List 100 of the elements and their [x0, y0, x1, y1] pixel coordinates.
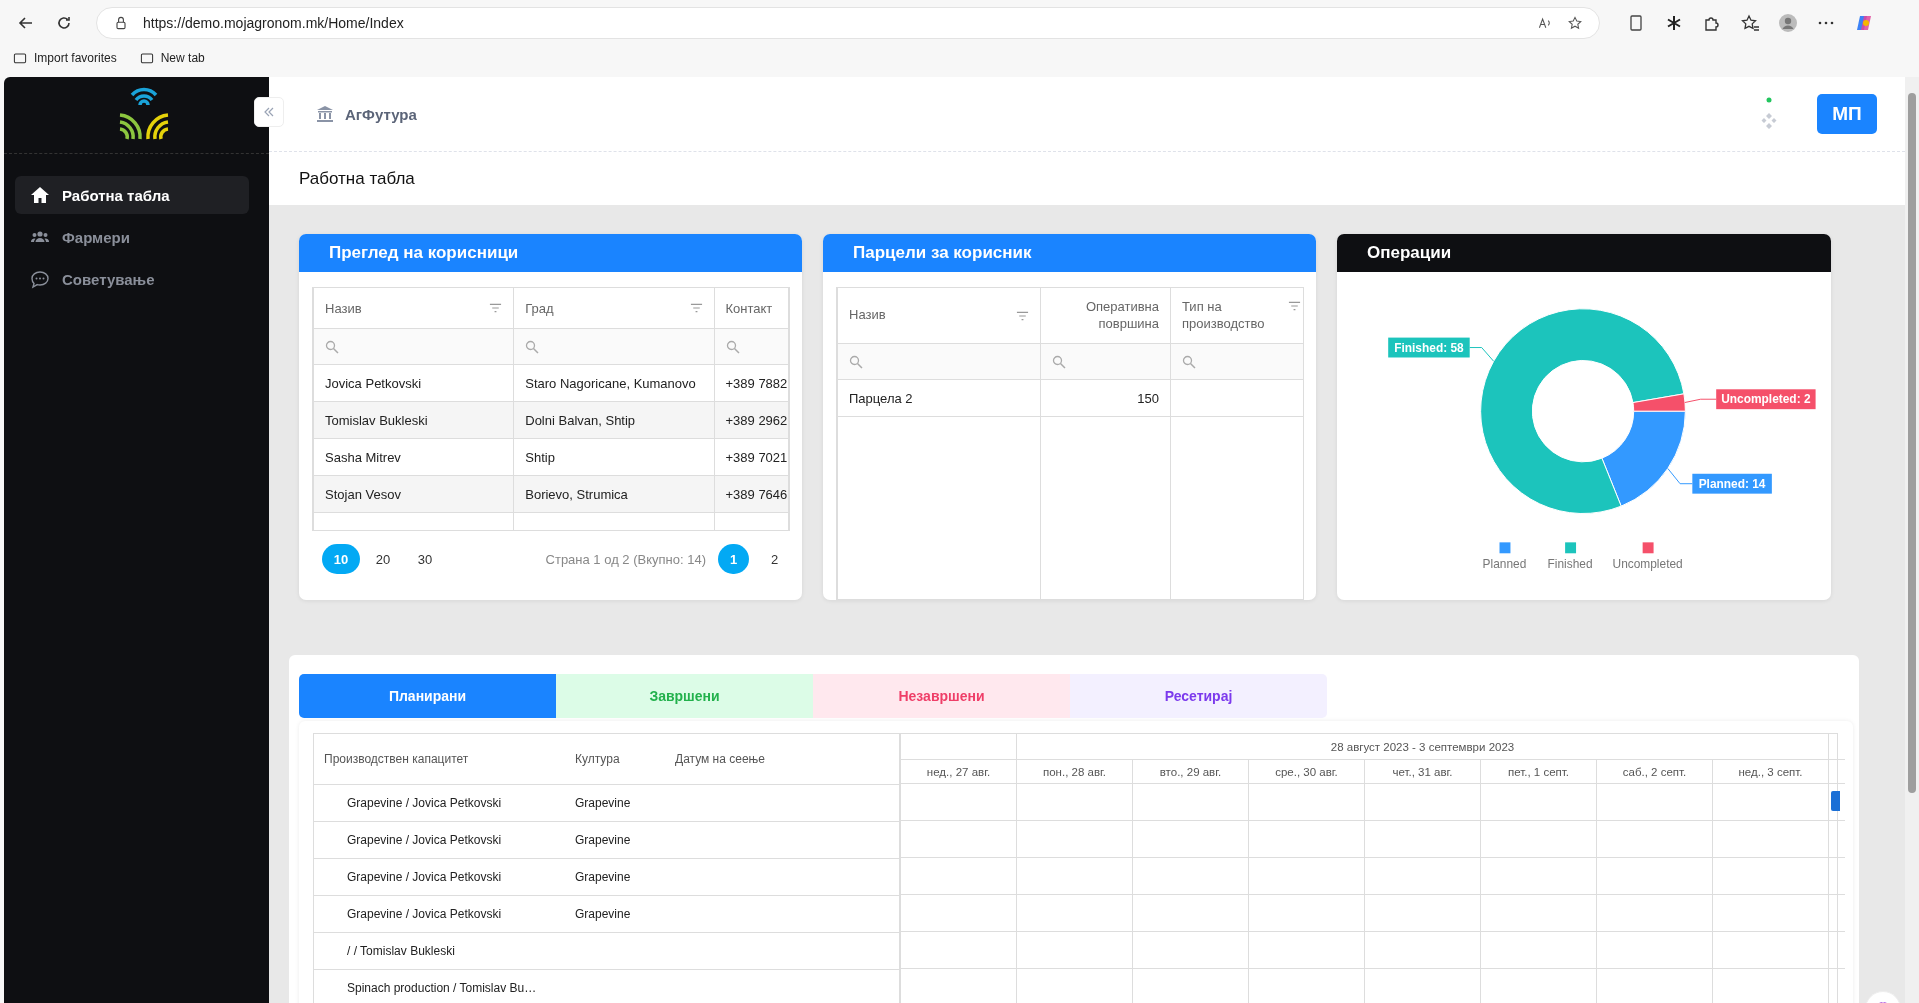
- filter-icon[interactable]: [689, 303, 703, 313]
- data-label: Planned: 14: [1667, 468, 1772, 494]
- column-header[interactable]: Контакт: [714, 287, 789, 329]
- column-header[interactable]: Тип на производство: [1170, 287, 1303, 344]
- legend-label: Uncompleted: [1612, 557, 1683, 572]
- table-cell-text: / / Tomislav Bukleski: [346, 944, 456, 958]
- home-icon: [30, 185, 50, 205]
- column-header[interactable]: Назив: [837, 287, 1041, 344]
- data-label: Planned: 14: [1698, 476, 1766, 491]
- user-avatar-button[interactable]: МП: [1817, 94, 1877, 134]
- legend-item: Uncompleted: [1612, 542, 1683, 572]
- search-icon: [725, 339, 740, 354]
- day-header: вто., 29 авг.: [1133, 760, 1249, 783]
- scrollbar[interactable]: [1905, 77, 1919, 1003]
- page-info: Страна 1 од 2 (Вкупно: 14): [545, 551, 706, 567]
- tab[interactable]: Незавршени: [813, 674, 1070, 718]
- organization-name: АгФутура: [345, 105, 417, 123]
- read-aloud-icon[interactable]: [1537, 15, 1553, 31]
- favorites-icon[interactable]: [1740, 13, 1760, 33]
- search-icon: [1052, 354, 1066, 369]
- filter-field[interactable]: [313, 328, 514, 365]
- card-title: Преглед на корисници: [329, 243, 519, 263]
- star-icon[interactable]: [1567, 15, 1583, 31]
- legend-item: Finished: [1547, 542, 1593, 572]
- collapse-button[interactable]: [254, 97, 284, 127]
- table-cell: Borievo, Strumica: [513, 475, 714, 513]
- page-size-button[interactable]: 20: [364, 544, 402, 574]
- lock-icon[interactable]: [113, 15, 129, 31]
- table-cell: Парцела 2: [837, 379, 1041, 417]
- table-cell-text: Grapevine: [574, 796, 632, 810]
- address-bar[interactable]: https://demo.mojagronom.mk/Home/Index: [96, 7, 1600, 39]
- table-cell: Staro Nagoricane, Kumanovo: [513, 364, 714, 402]
- filter-field[interactable]: [714, 328, 789, 365]
- filter-field[interactable]: [513, 328, 714, 365]
- table-cell: Shtip: [513, 438, 714, 476]
- column-header[interactable]: Оперативна површина: [1040, 287, 1171, 344]
- table-cell: +389 7882: [714, 364, 789, 402]
- filter-icon[interactable]: [489, 303, 503, 313]
- day-header: пет., 1 септ.: [1481, 760, 1597, 783]
- table-cell: Jovica Petkovski: [313, 364, 514, 402]
- table-cell: Tomislav Bukleski: [313, 401, 514, 439]
- table-cell: +389 2962: [714, 401, 789, 439]
- day-header: саб., 2 септ.: [1597, 760, 1713, 783]
- copilot-icon[interactable]: [1854, 13, 1874, 33]
- day-header: нед., 27 авг.: [901, 760, 1017, 783]
- column-header[interactable]: Назив: [313, 287, 514, 329]
- profile-icon[interactable]: [1778, 13, 1798, 33]
- day-header: нед., 3 септ.: [1713, 760, 1829, 783]
- table-cell: +389 7646: [714, 475, 789, 513]
- page-title: Работна табла: [299, 168, 415, 189]
- column-header[interactable]: Производствен капацитет: [314, 752, 565, 766]
- column-header[interactable]: Град: [513, 287, 714, 329]
- folder-icon: [138, 50, 155, 66]
- folder-icon: [12, 50, 28, 66]
- table-cell-text: Grapevine / Jovica Petkovski: [346, 907, 503, 921]
- legend-label: Planned: [1482, 557, 1527, 572]
- card-title: Парцели за корисник: [853, 243, 1032, 263]
- card-title: Операции: [1367, 243, 1452, 263]
- data-label: Uncompleted: 2: [1684, 389, 1816, 410]
- table-cell: 150: [1040, 379, 1171, 417]
- data-label: Finished: 58: [1394, 340, 1465, 355]
- sidebar-item[interactable]: Работна табла: [15, 176, 249, 214]
- search-icon: [525, 339, 540, 354]
- column-header[interactable]: Култура: [565, 752, 665, 766]
- table-cell: Stojan Vesov: [313, 475, 514, 513]
- filter-icon[interactable]: [1016, 310, 1029, 321]
- table-cell: Sasha Mitrev: [313, 438, 514, 476]
- data-label: Finished: 58: [1388, 337, 1495, 362]
- page-size-button[interactable]: 30: [406, 544, 444, 574]
- table-cell-text: Grapevine: [574, 833, 632, 847]
- sidebar-item[interactable]: Фармери: [15, 218, 249, 256]
- apps-icon[interactable]: [1761, 97, 1777, 131]
- table-cell-text: Grapevine / Jovica Petkovski: [346, 796, 503, 810]
- filter-field[interactable]: [1040, 343, 1171, 380]
- chat-icon: [30, 269, 50, 289]
- legend-item: Planned: [1482, 542, 1527, 572]
- search-icon: [1182, 354, 1196, 369]
- table-cell-text: Grapevine: [574, 907, 632, 921]
- search-icon: [849, 354, 863, 369]
- tab[interactable]: Планирани: [299, 674, 556, 718]
- legend-label: Finished: [1547, 557, 1593, 572]
- column-header[interactable]: Датум на сеење: [665, 752, 899, 766]
- table-cell-text: Grapevine: [574, 870, 632, 884]
- table-cell: +389 7021: [714, 438, 789, 476]
- bookmark[interactable]: Import favorites: [12, 50, 117, 66]
- day-header: пон., 28 авг.: [1017, 760, 1133, 783]
- date-range: 28 август 2023 - 3 септември 2023: [1017, 734, 1829, 759]
- tab[interactable]: Ресетирај: [1070, 674, 1327, 718]
- filter-field[interactable]: [837, 343, 1041, 380]
- bank-icon: [315, 104, 335, 124]
- day-header: сре., 30 авг.: [1249, 760, 1365, 783]
- table-cell-text: Spinach production / Tomislav Bu…: [346, 981, 538, 995]
- data-label: Uncompleted: 2: [1721, 392, 1811, 407]
- page-button[interactable]: 2: [759, 544, 790, 574]
- sidebar-item[interactable]: Советување: [15, 260, 249, 298]
- filter-icon[interactable]: [1288, 301, 1301, 312]
- bookmark[interactable]: New tab: [138, 50, 205, 66]
- search-icon: [325, 339, 339, 354]
- table-cell-text: Grapevine / Jovica Petkovski: [346, 870, 503, 884]
- filter-field[interactable]: [1170, 343, 1303, 380]
